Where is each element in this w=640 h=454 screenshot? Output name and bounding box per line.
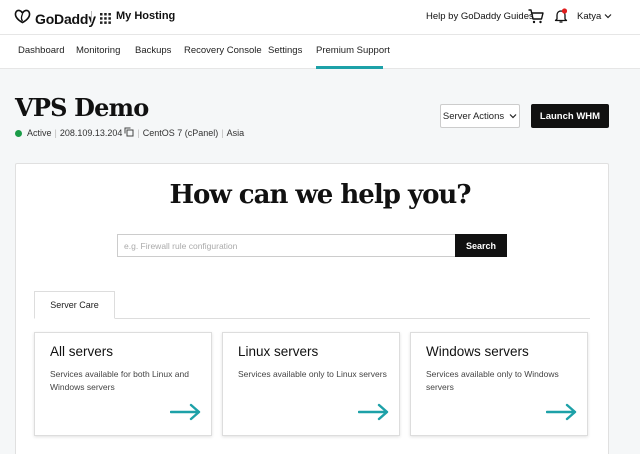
help-link[interactable]: Help by GoDaddy Guides bbox=[426, 11, 534, 22]
nav-premium-support[interactable]: Premium Support bbox=[316, 45, 390, 56]
nav-recovery-console[interactable]: Recovery Console bbox=[184, 45, 262, 56]
tab-server-care[interactable]: Server Care bbox=[34, 291, 115, 319]
card-all-servers[interactable]: All servers Services available for both … bbox=[34, 332, 212, 436]
top-bar: GoDaddy My Hosting Help by GoDaddy Guide… bbox=[0, 0, 640, 35]
meta-separator: | bbox=[137, 128, 140, 138]
copy-icon[interactable] bbox=[124, 127, 134, 139]
search-input[interactable]: e.g. Firewall rule configuration bbox=[117, 234, 455, 257]
help-heading: How can we help you? bbox=[169, 180, 471, 210]
notification-bell-icon[interactable] bbox=[554, 8, 568, 29]
card-description: Services available for both Linux and Wi… bbox=[50, 369, 189, 392]
meta-separator: | bbox=[221, 128, 224, 138]
server-actions-label: Server Actions bbox=[442, 110, 505, 122]
chevron-down-icon bbox=[509, 111, 517, 122]
chevron-down-icon bbox=[604, 11, 612, 22]
card-title: All servers bbox=[50, 344, 114, 359]
apps-grid-icon[interactable] bbox=[100, 11, 111, 29]
arrow-right-icon bbox=[357, 403, 390, 426]
card-description: Services available only to Windows serve… bbox=[426, 369, 559, 392]
meta-separator: | bbox=[54, 128, 57, 138]
server-name: VPS Demo bbox=[15, 93, 149, 122]
user-name: Katya bbox=[577, 11, 602, 22]
nav-settings[interactable]: Settings bbox=[268, 45, 302, 56]
server-os: CentOS 7 (cPanel) bbox=[142, 128, 219, 138]
card-title: Linux servers bbox=[238, 344, 319, 359]
header-divider bbox=[91, 11, 92, 24]
card-linux-servers[interactable]: Linux servers Services available only to… bbox=[222, 332, 400, 436]
logo-text: GoDaddy bbox=[35, 11, 96, 27]
server-actions-button[interactable]: Server Actions bbox=[440, 104, 520, 128]
card-windows-servers[interactable]: Windows servers Services available only … bbox=[410, 332, 588, 436]
card-description: Services available only to Linux servers bbox=[238, 369, 387, 379]
status-dot-icon bbox=[15, 129, 22, 137]
server-region: Asia bbox=[226, 128, 245, 138]
arrow-right-icon bbox=[545, 403, 578, 426]
search-placeholder: e.g. Firewall rule configuration bbox=[124, 240, 238, 251]
server-status: Active bbox=[27, 128, 52, 138]
card-title: Windows servers bbox=[426, 344, 529, 359]
cart-icon[interactable] bbox=[528, 9, 544, 29]
nav-monitoring[interactable]: Monitoring bbox=[76, 45, 120, 56]
server-meta: Active | 208.109.13.204 | CentOS 7 (cPan… bbox=[15, 127, 244, 139]
active-tab-indicator bbox=[316, 66, 383, 69]
nav-dashboard[interactable]: Dashboard bbox=[18, 45, 64, 56]
search-button[interactable]: Search bbox=[455, 234, 507, 257]
godaddy-logo[interactable]: GoDaddy bbox=[14, 9, 96, 29]
launch-whm-button[interactable]: Launch WHM bbox=[531, 104, 609, 128]
product-name[interactable]: My Hosting bbox=[116, 10, 175, 22]
server-ip: 208.109.13.204 bbox=[59, 128, 123, 138]
nav-backups[interactable]: Backups bbox=[135, 45, 171, 56]
arrow-right-icon bbox=[169, 403, 202, 426]
godaddy-logo-icon bbox=[14, 9, 31, 29]
main-nav: Dashboard Monitoring Backups Recovery Co… bbox=[0, 35, 640, 69]
tabs-divider bbox=[34, 318, 590, 319]
user-menu[interactable]: Katya bbox=[577, 11, 612, 22]
